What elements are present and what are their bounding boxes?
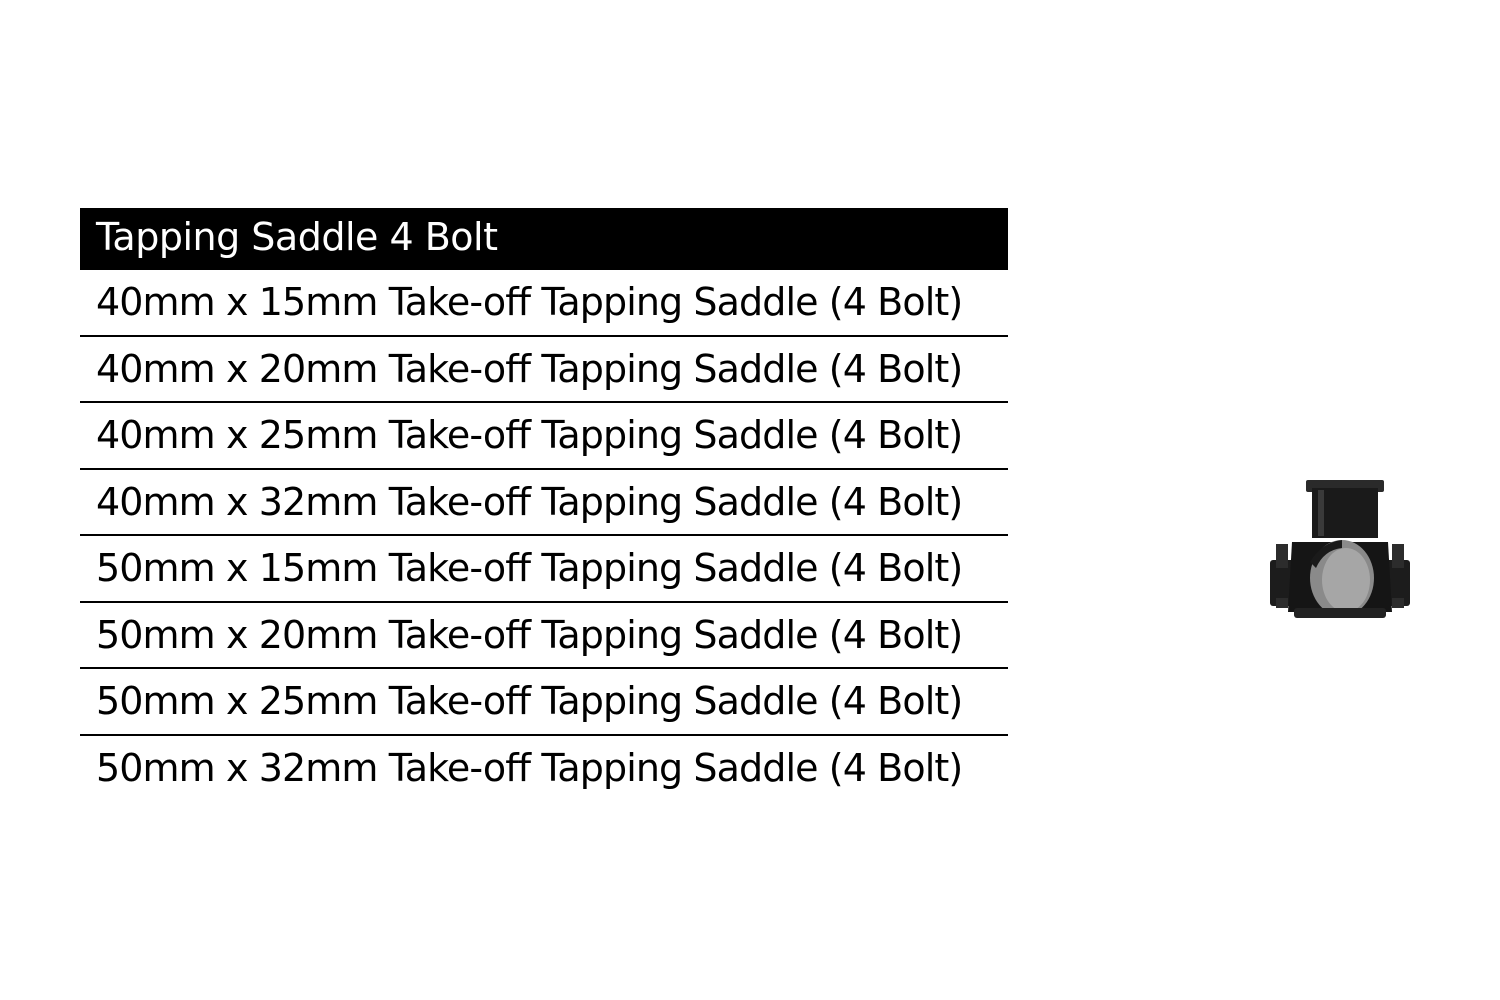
table-row: 40mm x 20mm Take-off Tapping Saddle (4 B… xyxy=(80,337,1008,403)
table-row: 50mm x 32mm Take-off Tapping Saddle (4 B… xyxy=(96,745,963,790)
table-row: 40mm x 15mm Take-off Tapping Saddle (4 B… xyxy=(80,270,1008,337)
product-image xyxy=(1262,472,1418,628)
table-header: Tapping Saddle 4 Bolt xyxy=(80,208,1008,270)
table-row: 50mm x 25mm Take-off Tapping Saddle (4 B… xyxy=(80,669,1008,736)
product-table: Tapping Saddle 4 Bolt 40mm x 15mm Take-o… xyxy=(80,208,1008,802)
table-row: 50mm x 15mm Take-off Tapping Saddle (4 B… xyxy=(80,536,1008,603)
table-row: 50mm x 20mm Take-off Tapping Saddle (4 B… xyxy=(80,603,1008,669)
table-row: 40mm x 25mm Take-off Tapping Saddle (4 B… xyxy=(80,403,1008,470)
table-row: 40mm x 32mm Take-off Tapping Saddle (4 B… xyxy=(80,470,1008,536)
tapping-saddle-fitting-icon xyxy=(1270,480,1410,618)
